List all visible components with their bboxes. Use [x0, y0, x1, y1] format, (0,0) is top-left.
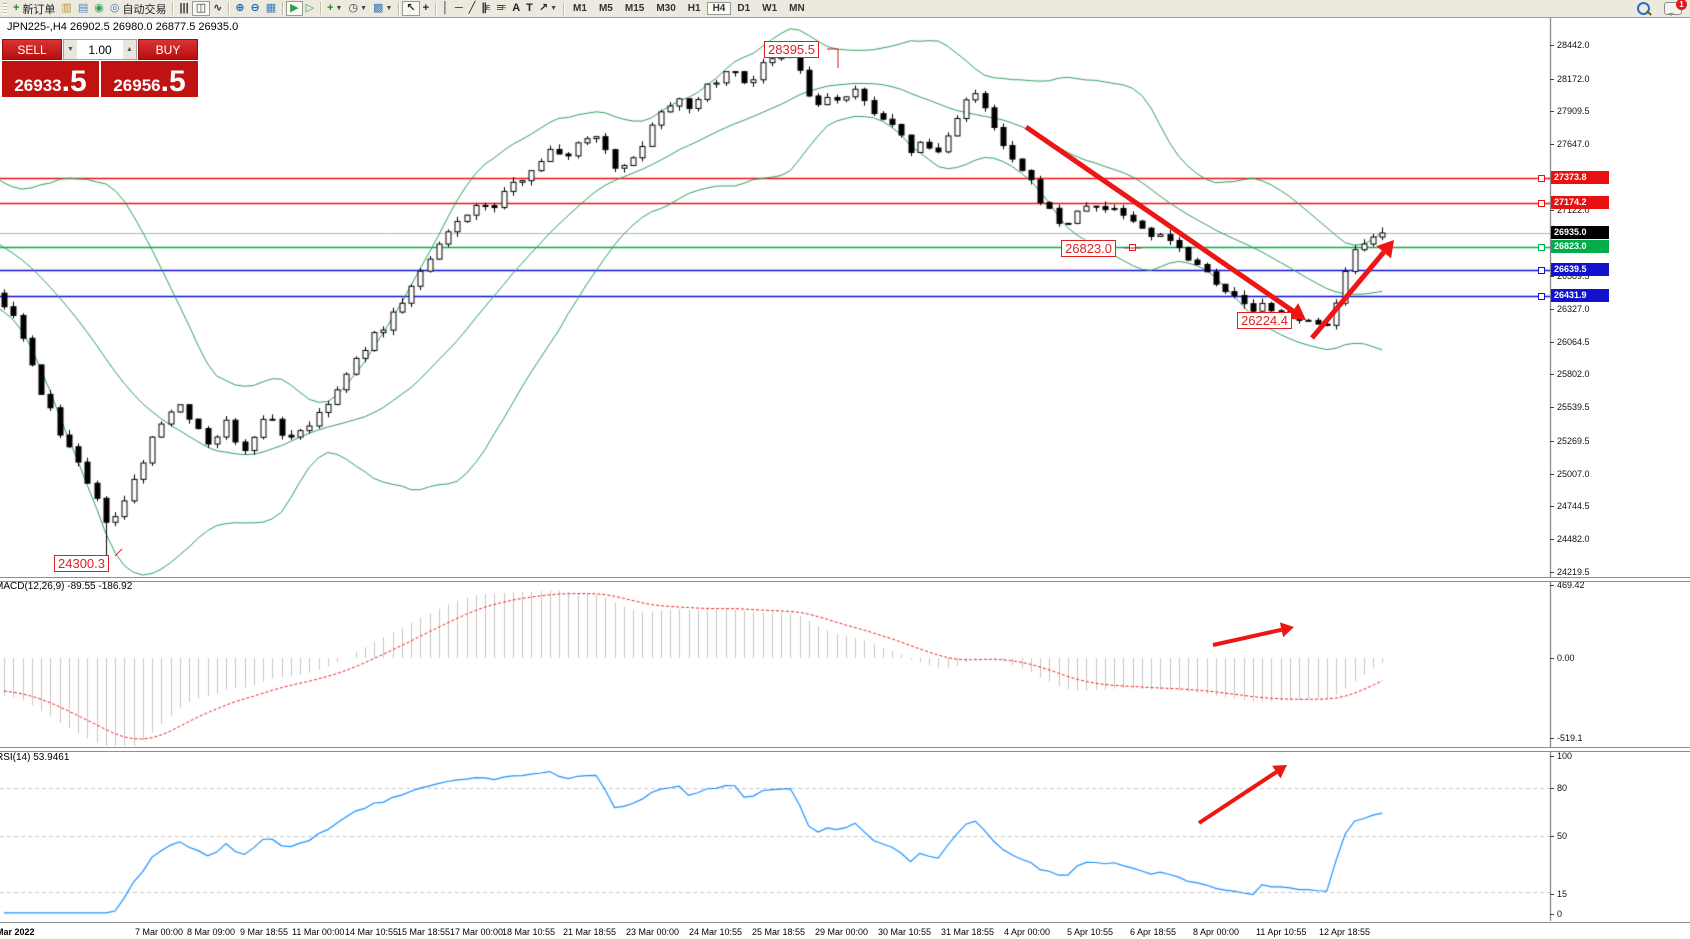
- time-tick-label: 12 Apr 18:55: [1319, 927, 1370, 937]
- swing-low-24300-label[interactable]: 24300.3: [54, 555, 109, 572]
- time-tick-label: 8 Mar 09:00: [187, 927, 235, 937]
- line-handle[interactable]: [1538, 244, 1545, 251]
- axis-tick: [1550, 506, 1554, 507]
- axis-tick: [1550, 210, 1554, 211]
- axis-tick: [1550, 441, 1554, 442]
- indicator-tick-label: -519.1: [1557, 733, 1583, 743]
- line-handle[interactable]: [1538, 175, 1545, 182]
- axis-tick: [1550, 111, 1554, 112]
- line-handle[interactable]: [1538, 293, 1545, 300]
- swing-high-label[interactable]: 28395.5: [764, 41, 819, 58]
- volume-increase-icon[interactable]: ▲: [123, 40, 136, 59]
- macd-indicator-label[interactable]: MACD(12,26,9) -89.55 -186.92: [0, 581, 132, 592]
- time-tick-label: 5 Apr 10:55: [1067, 927, 1113, 937]
- time-axis[interactable]: Mar 2022 7 Mar 00:00 8 Mar 09:00 9 Mar 18:5…: [0, 922, 1690, 939]
- buy-button[interactable]: BUY: [138, 39, 198, 60]
- time-tick-label: 25 Mar 18:55: [752, 927, 805, 937]
- indicator-tick-label: 80: [1557, 783, 1567, 793]
- price-tick-label: 24744.5: [1557, 501, 1590, 511]
- axis-tick: [1550, 374, 1554, 375]
- price-tick-label: 25007.0: [1557, 469, 1590, 479]
- time-tick-label: 15 Mar 18:55: [397, 927, 450, 937]
- time-tick-label: 18 Mar 10:55: [502, 927, 555, 937]
- price-line-label: 26431.9: [1551, 289, 1609, 302]
- buy-price-display: 26956.5: [101, 61, 198, 97]
- line-handle[interactable]: [1129, 244, 1136, 251]
- time-tick-label: 6 Apr 18:55: [1130, 927, 1176, 937]
- axis-tick: [1550, 79, 1554, 80]
- price-line-label: 26639.5: [1551, 263, 1609, 276]
- price-tick-label: 27909.5: [1557, 106, 1590, 116]
- indicator-tick-label: 0: [1557, 909, 1562, 919]
- time-tick-label: 30 Mar 10:55: [878, 927, 931, 937]
- time-tick-label: 9 Mar 18:55: [240, 927, 288, 937]
- time-tick-label: 11 Mar 00:00: [292, 927, 344, 937]
- axis-tick: [1550, 342, 1554, 343]
- time-tick-label: 8 Apr 00:00: [1193, 927, 1239, 937]
- axis-tick: [1550, 407, 1554, 408]
- sell-button[interactable]: SELL: [2, 39, 62, 60]
- price-tick-label: 24219.5: [1557, 567, 1590, 577]
- price-line-label: 26935.0: [1551, 226, 1609, 239]
- rsi-panel-separator[interactable]: [0, 747, 1690, 752]
- time-tick-label: 31 Mar 18:55: [941, 927, 994, 937]
- axis-tick: [1550, 276, 1554, 277]
- time-tick-label: 17 Mar 00:00: [450, 927, 503, 937]
- time-tick-label: 24 Mar 10:55: [689, 927, 742, 937]
- axis-tick: [1550, 474, 1554, 475]
- price-tick-label: 27647.0: [1557, 139, 1590, 149]
- price-line-label: 27373.8: [1551, 171, 1609, 184]
- price-chart-canvas[interactable]: [0, 0, 1690, 939]
- rsi-indicator-label[interactable]: RSI(14) 53.9461: [0, 752, 69, 763]
- axis-tick: [1550, 572, 1554, 573]
- time-tick-label: 7 Mar 00:00: [135, 927, 183, 937]
- sell-price-display: 26933.5: [2, 61, 99, 97]
- macd-panel-separator[interactable]: [0, 577, 1690, 582]
- line-handle[interactable]: [1538, 200, 1545, 207]
- price-tick-label: 25802.0: [1557, 369, 1590, 379]
- volume-input[interactable]: [77, 40, 123, 59]
- price-line-label: 26823.0: [1551, 240, 1609, 253]
- axis-tick: [1550, 144, 1554, 145]
- volume-stepper: ▼ ▲: [63, 39, 137, 60]
- mt4-window: +新订单▥▤◉◎自动交易|||◫∿⊕⊖▦▶▷+▼◷▼▩▼↖+│─╱∥E≡FAT↗…: [0, 0, 1690, 939]
- price-tick-label: 26064.5: [1557, 337, 1590, 347]
- one-click-trade-panel: SELL ▼ ▲ BUY 26933.5 26956.5: [2, 39, 198, 97]
- time-tick-label: 11 Apr 10:55: [1256, 927, 1306, 937]
- time-tick-label: 4 Apr 00:00: [1004, 927, 1050, 937]
- time-tick-label: 29 Mar 00:00: [815, 927, 868, 937]
- indicator-tick-label: 0.00: [1557, 653, 1575, 663]
- volume-decrease-icon[interactable]: ▼: [64, 40, 77, 59]
- price-tick-label: 28442.0: [1557, 40, 1590, 50]
- price-tick-label: 28172.0: [1557, 74, 1590, 84]
- indicator-tick-label: 50: [1557, 831, 1567, 841]
- level-26823-label[interactable]: 26823.0: [1061, 240, 1116, 257]
- time-tick-label: 14 Mar 10:55: [345, 927, 398, 937]
- indicator-tick-label: 100: [1557, 751, 1572, 761]
- price-tick-label: 26327.0: [1557, 304, 1590, 314]
- swing-low-26224-label[interactable]: 26224.4: [1237, 312, 1292, 329]
- axis-tick: [1550, 45, 1554, 46]
- time-tick-label: 21 Mar 18:55: [563, 927, 616, 937]
- price-tick-label: 25269.5: [1557, 436, 1590, 446]
- axis-tick: [1550, 309, 1554, 310]
- price-tick-label: 25539.5: [1557, 402, 1590, 412]
- price-tick-label: 24482.0: [1557, 534, 1590, 544]
- time-tick-label: Mar 2022: [0, 927, 35, 937]
- time-tick-label: 23 Mar 00:00: [626, 927, 679, 937]
- price-line-label: 27174.2: [1551, 196, 1609, 209]
- indicator-tick-label: 15: [1557, 889, 1567, 899]
- line-handle[interactable]: [1538, 267, 1545, 274]
- axis-tick: [1550, 539, 1554, 540]
